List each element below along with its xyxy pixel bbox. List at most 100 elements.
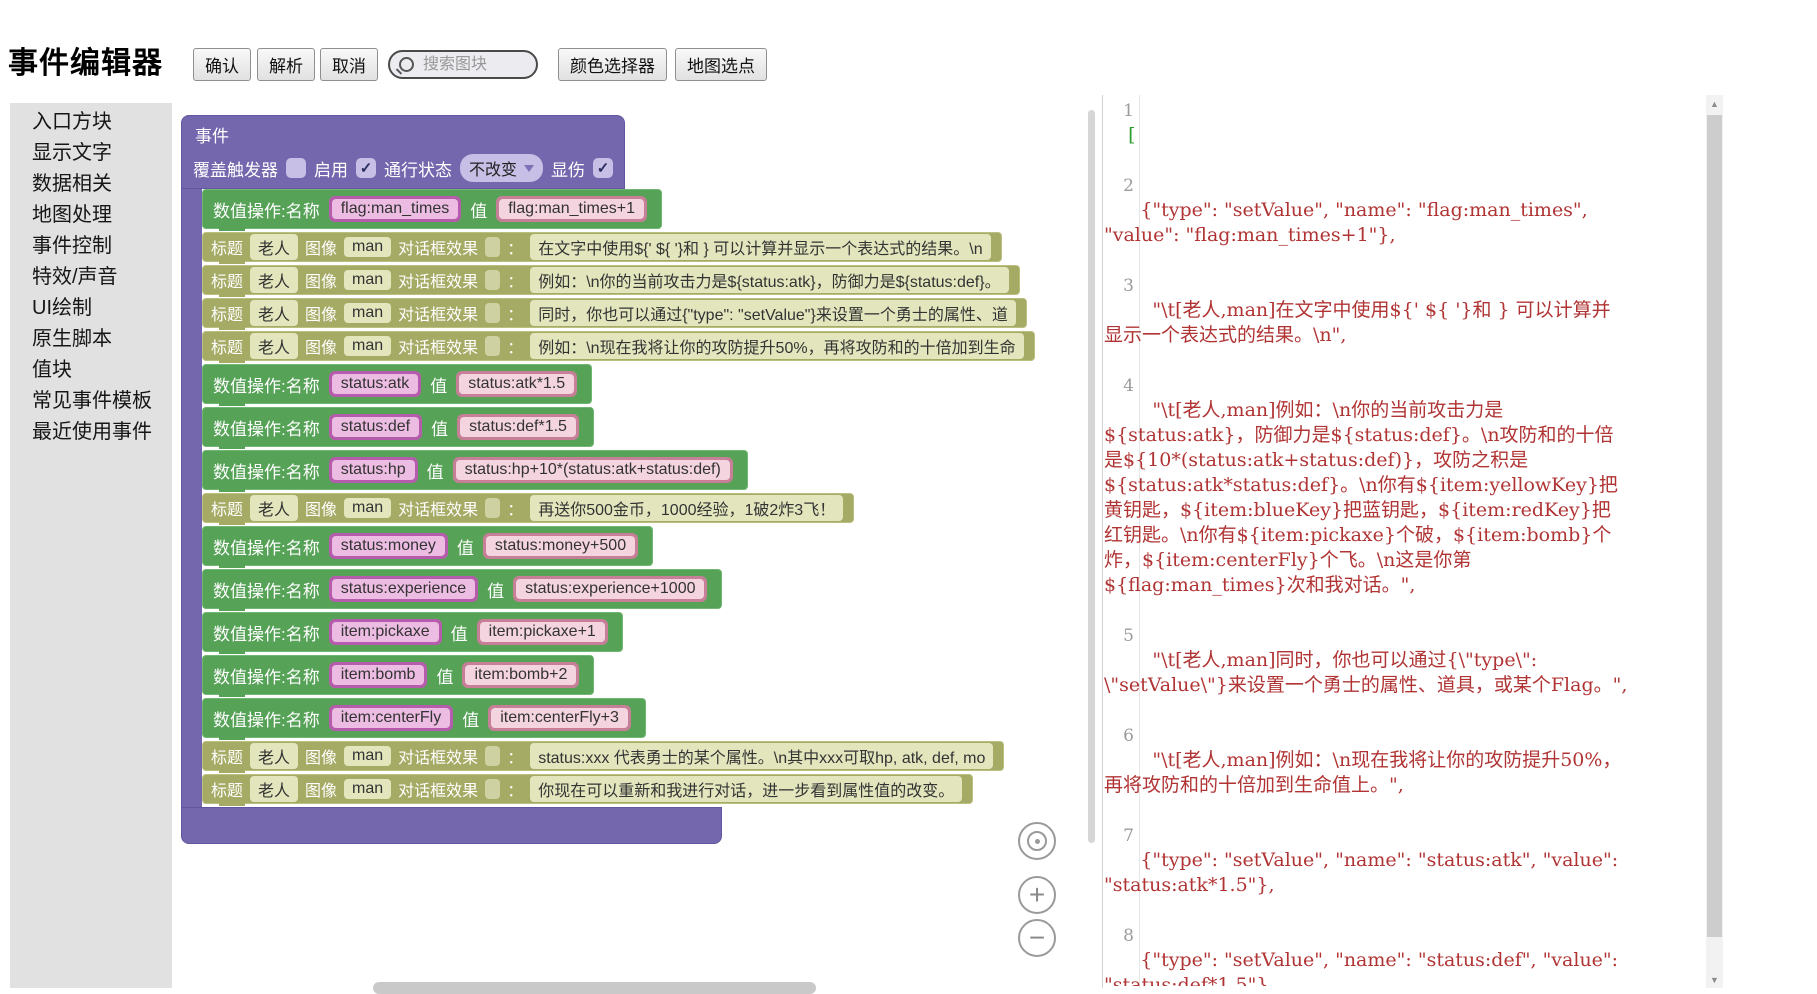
- code-line[interactable]: 7 {"type": "setValue", "name": "status:a…: [1104, 823, 1628, 923]
- setvalue-block[interactable]: 数值操作:名称 status:hp 值 status:hp+10*(status…: [202, 450, 748, 490]
- effect-field[interactable]: [485, 498, 500, 518]
- workspace-vertical-scrollbar[interactable]: [1088, 110, 1095, 843]
- image-field[interactable]: man: [344, 270, 391, 290]
- sidebar-category-item[interactable]: 数据相关: [32, 169, 172, 200]
- name-chip[interactable]: item:bomb: [332, 665, 425, 685]
- pass-state-dropdown[interactable]: 不改变: [460, 154, 543, 182]
- sidebar-category-item[interactable]: UI绘制: [32, 293, 172, 324]
- name-chip[interactable]: status:atk: [332, 374, 418, 394]
- image-field[interactable]: man: [344, 779, 391, 799]
- image-field[interactable]: man: [344, 237, 391, 257]
- enable-checkbox[interactable]: ✓: [356, 158, 376, 178]
- name-chip[interactable]: status:hp: [332, 460, 415, 480]
- image-field[interactable]: man: [344, 498, 391, 518]
- dialog-block[interactable]: 标题 老人 图像 man 对话框效果 ： 你现在可以重新和我进行对话，进一步看到…: [202, 774, 973, 804]
- setvalue-block[interactable]: 数值操作:名称 item:bomb 值 item:bomb+2: [202, 655, 594, 695]
- dialog-text-field[interactable]: 例如：\n你的当前攻击力是${status:atk}，防御力是${status:…: [530, 267, 1008, 293]
- title-field[interactable]: 老人: [250, 300, 298, 326]
- sidebar-category-item[interactable]: 值块: [32, 355, 172, 386]
- title-field[interactable]: 老人: [250, 776, 298, 802]
- value-chip[interactable]: status:atk*1.5: [459, 374, 574, 394]
- dialog-text-field[interactable]: 你现在可以重新和我进行对话，进一步看到属性值的改变。: [530, 776, 962, 802]
- setvalue-block[interactable]: 数值操作:名称 flag:man_times 值 flag:man_times+…: [202, 189, 662, 229]
- name-chip[interactable]: status:experience: [332, 579, 475, 599]
- cancel-button[interactable]: 取消: [320, 48, 378, 81]
- effect-field[interactable]: [485, 779, 500, 799]
- sidebar-category-item[interactable]: 特效/声音: [32, 262, 172, 293]
- value-chip[interactable]: flag:man_times+1: [499, 199, 644, 219]
- value-chip[interactable]: status:def*1.5: [460, 417, 576, 437]
- code-line[interactable]: 8 {"type": "setValue", "name": "status:d…: [1104, 923, 1628, 986]
- zoom-out-button[interactable]: −: [1018, 919, 1056, 957]
- display-damage-checkbox[interactable]: ✓: [593, 158, 613, 178]
- sidebar-category-item[interactable]: 显示文字: [32, 138, 172, 169]
- value-chip[interactable]: item:bomb+2: [465, 665, 576, 685]
- value-chip[interactable]: status:hp+10*(status:atk+status:def): [456, 460, 730, 480]
- title-field[interactable]: 老人: [250, 267, 298, 293]
- name-chip[interactable]: status:money: [332, 536, 445, 556]
- code-line[interactable]: 5 "\t[老人,man]同时，你也可以通过{\"type\": \"setVa…: [1104, 623, 1628, 723]
- setvalue-block[interactable]: 数值操作:名称 status:def 值 status:def*1.5: [202, 407, 594, 447]
- zoom-reset-button[interactable]: [1018, 822, 1056, 860]
- dialog-block[interactable]: 标题 老人 图像 man 对话框效果 ： status:xxx 代表勇士的某个属…: [202, 741, 1004, 771]
- effect-field[interactable]: [485, 336, 500, 356]
- code-line[interactable]: 1[: [1104, 98, 1628, 173]
- name-chip[interactable]: flag:man_times: [332, 199, 459, 219]
- color-picker-button[interactable]: 颜色选择器: [558, 48, 667, 81]
- image-field[interactable]: man: [344, 303, 391, 323]
- dialog-text-field[interactable]: 再送你500金币，1000经验，1破2炸3飞！: [530, 495, 843, 521]
- effect-field[interactable]: [485, 237, 500, 257]
- confirm-button[interactable]: 确认: [193, 48, 251, 81]
- setvalue-block[interactable]: 数值操作:名称 status:atk 值 status:atk*1.5: [202, 364, 592, 404]
- dialog-block[interactable]: 标题 老人 图像 man 对话框效果 ： 同时，你也可以通过{"type": "…: [202, 298, 1027, 328]
- dialog-text-field[interactable]: 在文字中使用${' ${ '}和 } 可以计算并显示一个表达式的结果。\n: [530, 234, 990, 260]
- image-field[interactable]: man: [344, 336, 391, 356]
- code-line[interactable]: 2 {"type": "setValue", "name": "flag:man…: [1104, 173, 1628, 273]
- value-chip[interactable]: status:money+500: [486, 536, 635, 556]
- title-field[interactable]: 老人: [250, 495, 298, 521]
- title-field[interactable]: 老人: [250, 743, 298, 769]
- value-chip[interactable]: status:experience+1000: [516, 579, 704, 599]
- dialog-text-field[interactable]: 例如：\n现在我将让你的攻防提升50%，再将攻防和的十倍加到生命: [530, 333, 1023, 359]
- setvalue-block[interactable]: 数值操作:名称 item:pickaxe 值 item:pickaxe+1: [202, 612, 623, 652]
- block-search-box[interactable]: [388, 50, 538, 79]
- sidebar-category-item[interactable]: 地图处理: [32, 200, 172, 231]
- title-field[interactable]: 老人: [250, 333, 298, 359]
- blockly-workspace[interactable]: 事件 覆盖触发器 启用 ✓ 通行状态 不改变 显伤 ✓: [172, 95, 1102, 988]
- effect-field[interactable]: [485, 270, 500, 290]
- parse-button[interactable]: 解析: [257, 48, 315, 81]
- name-chip[interactable]: item:centerFly: [332, 708, 450, 728]
- title-field[interactable]: 老人: [250, 234, 298, 260]
- dialog-text-field[interactable]: status:xxx 代表勇士的某个属性。\n其中xxx可取hp, atk, d…: [530, 743, 993, 769]
- setvalue-block[interactable]: 数值操作:名称 item:centerFly 值 item:centerFly+…: [202, 698, 646, 738]
- scroll-up-icon[interactable]: ▲: [1706, 95, 1723, 112]
- dialog-block[interactable]: 标题 老人 图像 man 对话框效果 ： 在文字中使用${' ${ '}和 } …: [202, 232, 1002, 262]
- setvalue-block[interactable]: 数值操作:名称 status:experience 值 status:exper…: [202, 569, 722, 609]
- sidebar-category-item[interactable]: 最近使用事件: [32, 417, 172, 448]
- name-chip[interactable]: item:pickaxe: [332, 622, 439, 642]
- sidebar-category-item[interactable]: 原生脚本: [32, 324, 172, 355]
- json-code-editor[interactable]: 1[ 2 {"type": "setValue", "name": "flag:…: [1104, 98, 1628, 986]
- override-trigger-checkbox[interactable]: [286, 158, 306, 178]
- image-field[interactable]: man: [344, 746, 391, 766]
- zoom-in-button[interactable]: +: [1018, 876, 1056, 914]
- code-scrollbar-thumb[interactable]: [1707, 115, 1722, 937]
- effect-field[interactable]: [485, 746, 500, 766]
- dialog-block[interactable]: 标题 老人 图像 man 对话框效果 ： 例如：\n你的当前攻击力是${stat…: [202, 265, 1020, 295]
- scroll-down-icon[interactable]: ▼: [1706, 971, 1723, 988]
- event-block-header[interactable]: 事件 覆盖触发器 启用 ✓ 通行状态 不改变 显伤 ✓: [181, 115, 625, 189]
- setvalue-block[interactable]: 数值操作:名称 status:money 值 status:money+500: [202, 526, 653, 566]
- dialog-block[interactable]: 标题 老人 图像 man 对话框效果 ： 例如：\n现在我将让你的攻防提升50%…: [202, 331, 1035, 361]
- name-chip[interactable]: status:def: [332, 417, 419, 437]
- value-chip[interactable]: item:centerFly+3: [491, 708, 628, 728]
- sidebar-category-item[interactable]: 常见事件模板: [32, 386, 172, 417]
- workspace-horizontal-scrollbar[interactable]: [373, 982, 816, 994]
- sidebar-category-item[interactable]: 事件控制: [32, 231, 172, 262]
- code-line[interactable]: 3 "\t[老人,man]在文字中使用${' ${ '}和 } 可以计算并显示一…: [1104, 273, 1628, 373]
- code-line[interactable]: 4 "\t[老人,man]例如：\n你的当前攻击力是${status:atk}，…: [1104, 373, 1628, 623]
- code-line[interactable]: 6 "\t[老人,man]例如：\n现在我将让你的攻防提升50%，再将攻防和的十…: [1104, 723, 1628, 823]
- event-block[interactable]: 事件 覆盖触发器 启用 ✓ 通行状态 不改变 显伤 ✓: [181, 115, 1035, 844]
- dialog-block[interactable]: 标题 老人 图像 man 对话框效果 ： 再送你500金币，1000经验，1破2…: [202, 493, 854, 523]
- effect-field[interactable]: [485, 303, 500, 323]
- sidebar-category-item[interactable]: 入口方块: [32, 107, 172, 138]
